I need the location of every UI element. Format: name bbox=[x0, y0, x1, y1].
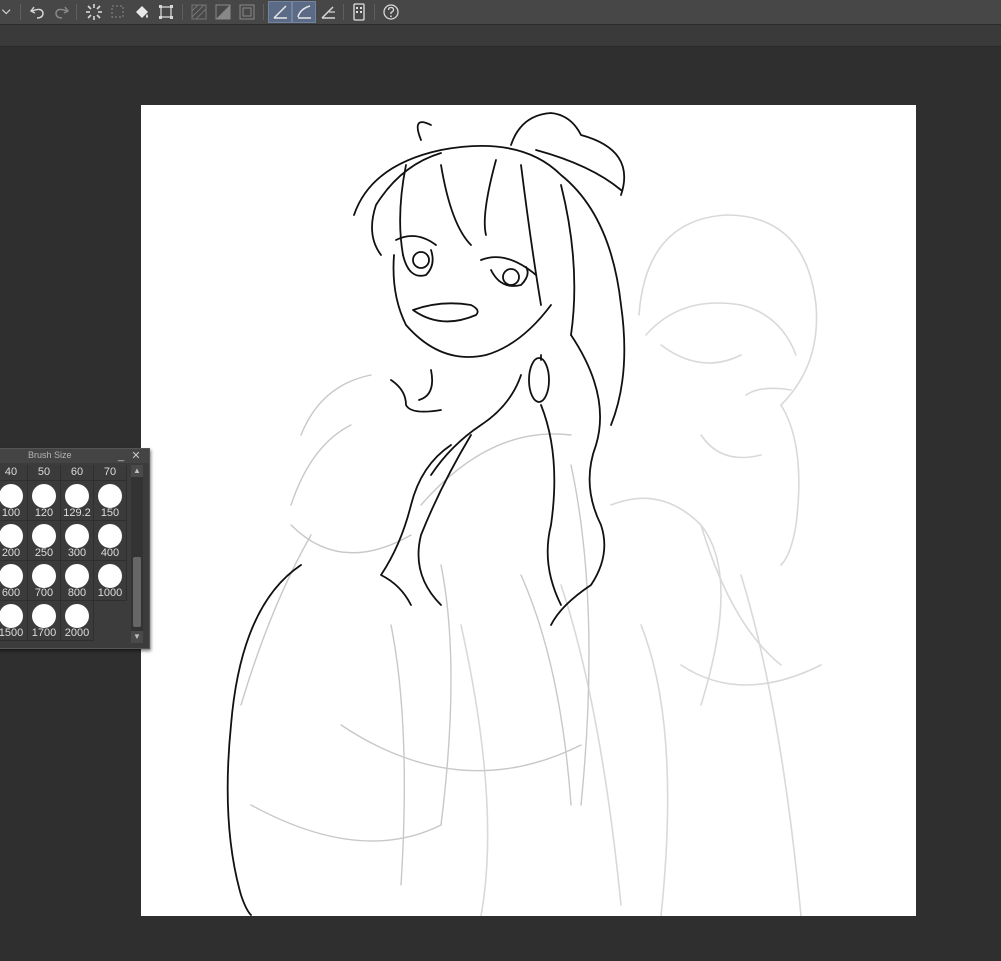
brush-size-label: 200 bbox=[1, 547, 21, 559]
brush-preview-icon bbox=[0, 604, 23, 628]
brush-size-grid: 40 50 60 70 100 120 129.2 150 200 250 300 400 600 700… bbox=[0, 465, 128, 645]
brush-preview-icon bbox=[65, 564, 89, 588]
brush-size-cell[interactable]: 150 bbox=[94, 481, 127, 521]
brush-size-cell[interactable]: 70 bbox=[94, 465, 127, 481]
fill-bucket-icon[interactable] bbox=[131, 1, 153, 23]
device-icon[interactable] bbox=[348, 1, 370, 23]
brush-size-label: 700 bbox=[34, 587, 54, 599]
brush-size-cell[interactable]: 1500 bbox=[0, 601, 28, 641]
brush-size-cell[interactable]: 800 bbox=[61, 561, 94, 601]
brush-preview-icon bbox=[65, 484, 89, 508]
scroll-thumb[interactable] bbox=[133, 557, 141, 627]
brush-size-label: 300 bbox=[67, 547, 87, 559]
dropdown-chevron-icon[interactable] bbox=[0, 1, 14, 23]
brush-size-cell[interactable]: 1000 bbox=[94, 561, 127, 601]
help-icon[interactable] bbox=[380, 1, 402, 23]
brush-size-cell[interactable]: 600 bbox=[0, 561, 28, 601]
sketch-artwork bbox=[226, 112, 822, 916]
redo-icon[interactable] bbox=[50, 1, 72, 23]
brush-preview-icon bbox=[0, 524, 23, 548]
brush-size-cell[interactable]: 700 bbox=[28, 561, 61, 601]
panel-scrollbar[interactable]: ▲ ▼ bbox=[131, 465, 143, 643]
brush-size-label: 1000 bbox=[97, 587, 123, 599]
brush-preview-icon bbox=[65, 604, 89, 628]
clear-selection-icon[interactable] bbox=[107, 1, 129, 23]
panel-title: Brush Size bbox=[28, 450, 72, 460]
toolbar-separator bbox=[20, 4, 21, 20]
brush-preview-icon bbox=[98, 524, 122, 548]
brush-size-label: 800 bbox=[67, 587, 87, 599]
brush-size-label: 150 bbox=[100, 507, 120, 519]
brush-size-panel: Brush Size _ ✕ 40 50 60 70 100 120 129.2 150 200… bbox=[0, 448, 150, 649]
special-ruler-snap-icon[interactable] bbox=[292, 1, 316, 23]
toolbar-separator bbox=[374, 4, 375, 20]
toolbar-separator bbox=[343, 4, 344, 20]
panel-title-bar[interactable]: Brush Size _ ✕ bbox=[0, 449, 149, 463]
brush-size-label: 129.2 bbox=[63, 507, 91, 519]
scroll-up-arrow[interactable]: ▲ bbox=[131, 465, 143, 477]
brush-size-label: 60 bbox=[70, 466, 84, 478]
undo-icon[interactable] bbox=[27, 1, 49, 23]
brush-size-cell[interactable]: 100 bbox=[0, 481, 28, 521]
invert-selection-icon[interactable] bbox=[212, 1, 234, 23]
brush-preview-icon bbox=[98, 564, 122, 588]
brush-size-cell[interactable]: 1700 bbox=[28, 601, 61, 641]
brush-preview-icon bbox=[65, 524, 89, 548]
toolbar-separator bbox=[76, 4, 77, 20]
brush-preview-icon bbox=[98, 484, 122, 508]
top-toolbar bbox=[0, 0, 1001, 25]
toolbar-separator bbox=[182, 4, 183, 20]
brush-size-cell[interactable]: 40 bbox=[0, 465, 28, 481]
brush-size-cell[interactable]: 129.2 bbox=[61, 481, 94, 521]
brush-size-cell[interactable]: 200 bbox=[0, 521, 28, 561]
brush-size-label: 70 bbox=[103, 466, 117, 478]
brush-size-label: 400 bbox=[100, 547, 120, 559]
grid-snap-icon[interactable] bbox=[317, 1, 339, 23]
brush-size-label: 2000 bbox=[64, 627, 90, 639]
transform-icon[interactable] bbox=[155, 1, 177, 23]
brush-size-cell[interactable]: 250 bbox=[28, 521, 61, 561]
brush-size-cell[interactable]: 50 bbox=[28, 465, 61, 481]
drawing-canvas[interactable] bbox=[141, 105, 916, 916]
toolbar-separator bbox=[263, 4, 264, 20]
brush-size-cell[interactable]: 60 bbox=[61, 465, 94, 481]
minimize-button[interactable]: _ bbox=[115, 450, 127, 462]
brush-size-label: 250 bbox=[34, 547, 54, 559]
loading-spinner-icon[interactable] bbox=[83, 1, 105, 23]
brush-size-cell[interactable]: 300 bbox=[61, 521, 94, 561]
brush-size-label: 1500 bbox=[0, 627, 24, 639]
brush-preview-icon bbox=[32, 564, 56, 588]
brush-size-cell[interactable]: 2000 bbox=[61, 601, 94, 641]
scroll-down-arrow[interactable]: ▼ bbox=[131, 631, 143, 643]
brush-size-label: 600 bbox=[1, 587, 21, 599]
brush-preview-icon bbox=[32, 484, 56, 508]
close-button[interactable]: ✕ bbox=[130, 450, 142, 462]
brush-preview-icon bbox=[0, 484, 23, 508]
brush-preview-icon bbox=[0, 564, 23, 588]
command-bar-strip bbox=[0, 25, 1001, 47]
brush-size-label: 50 bbox=[37, 466, 51, 478]
brush-preview-icon bbox=[32, 524, 56, 548]
frame-icon[interactable] bbox=[236, 1, 258, 23]
brush-size-cell[interactable]: 120 bbox=[28, 481, 61, 521]
brush-size-cell[interactable]: 400 bbox=[94, 521, 127, 561]
brush-size-label: 40 bbox=[4, 466, 18, 478]
brush-preview-icon bbox=[32, 604, 56, 628]
brush-size-label: 120 bbox=[34, 507, 54, 519]
hatch-icon[interactable] bbox=[188, 1, 210, 23]
brush-size-label: 1700 bbox=[31, 627, 57, 639]
ruler-snap-icon[interactable] bbox=[268, 1, 292, 23]
brush-size-label: 100 bbox=[1, 507, 21, 519]
